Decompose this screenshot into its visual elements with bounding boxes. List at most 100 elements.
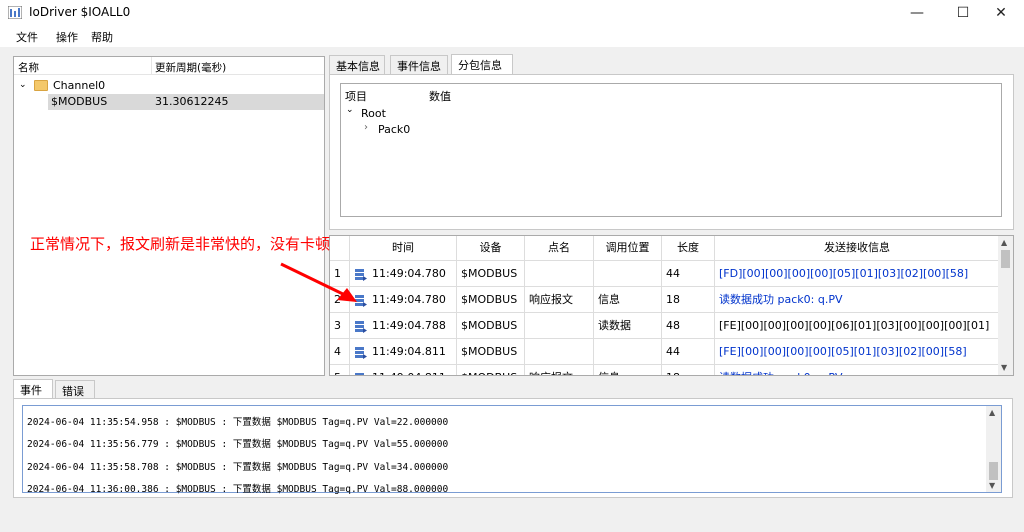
tab-events[interactable]: 事件 [13,379,53,400]
tab-panel: 项目 数值 ⌄ Root › Pack0 [329,74,1014,230]
property-tree[interactable]: 项目 数值 ⌄ Root › Pack0 [340,83,1002,217]
grid-scrollbar[interactable]: ▲ ▼ [998,236,1013,375]
chevron-right-icon[interactable]: › [364,122,368,133]
grid-cell-text: 11:49:04.780 [372,267,446,280]
grid-cell-text: 44 [666,267,680,280]
grid-cell-call [594,339,662,365]
tree-col-name[interactable]: 名称 [18,60,39,75]
tree-col-period[interactable]: 更新周期(毫秒) [155,60,226,75]
grid-cell-text: 48 [666,319,680,332]
grid-cell-time: 11:49:04.811 [350,339,457,365]
scroll-up-icon[interactable]: ▲ [989,408,995,417]
grid-cell-text: 读数据成功 pack0: q.PV [719,293,843,306]
tab-basic-info[interactable]: 基本信息 [329,55,385,75]
window-title: IoDriver $IOALL0 [29,5,131,19]
folder-icon [34,80,48,91]
grid-cell-device: $MODBUS [457,339,525,365]
grid-cell-call [594,261,662,287]
grid-cell-len: 44 [662,261,715,287]
tab-packet-info[interactable]: 分包信息 [451,54,513,75]
grid-cell-point [525,313,594,339]
grid-cell-text: 5 [334,371,341,375]
tree-item-value: 31.30612245 [155,95,229,108]
grid-cell-time: 11:49:04.780 [350,261,457,287]
grid-cell-len: 18 [662,287,715,313]
grid-cell-n: 4 [330,339,350,365]
grid-cell-text: 18 [666,371,680,375]
log-scrollbar[interactable]: ▲ ▼ [986,406,1001,492]
grid-cell-text: 18 [666,293,680,306]
grid-cell-text: 响应报文 [529,293,573,306]
grid-cell-point: 响应报文 [525,287,594,313]
menu-operate[interactable]: 操作 [56,29,78,45]
grid-cell-text: 4 [334,345,341,358]
chevron-down-icon[interactable]: ⌄ [19,80,27,90]
grid-row[interactable]: 5 11:49:04.811 $MODBUS 响应报文 信息 18 读数据成功 pack0:… [330,364,1000,375]
chevron-down-icon[interactable]: ⌄ [346,105,354,115]
grid-cell-info: [FE][00][00][00][00][05][01][03][02][00]… [715,339,1000,365]
scroll-thumb[interactable] [989,462,998,480]
minimize-button[interactable]: — [894,0,940,25]
grid-cell-text: 读数据 [598,319,631,332]
grid-cell-text: [FE][00][00][00][00][05][01][03][02][00]… [719,345,967,358]
scroll-down-icon[interactable]: ▼ [1001,363,1007,372]
grid-cell-point [525,339,594,365]
tab-event-info[interactable]: 事件信息 [390,55,448,75]
database-icon [355,346,367,359]
grid-cell-device: $MODBUS [457,313,525,339]
log-line: 2024-06-04 11:35:58.708 : $MODBUS : 下置数据… [27,462,449,473]
grid-cell-info: [FE][00][00][00][00][06][01][03][00][00]… [715,313,1000,339]
scroll-up-icon[interactable]: ▲ [1001,238,1007,247]
grid-row[interactable]: 4 11:49:04.811 $MODBUS 44 [FE][00][00][00][0… [330,338,1000,365]
app-icon [8,6,22,19]
log-line: 2024-06-04 11:35:56.779 : $MODBUS : 下置数据… [27,439,449,450]
grid-col-index [330,236,350,260]
grid-row[interactable]: 211:49:04.780$MODBUS响应报文信息18读数据成功 pack0:… [330,286,1000,313]
device-tree[interactable]: 名称 更新周期(毫秒) ⌄ Channel0 $MODBUS 31.306122… [13,56,325,376]
menu-help[interactable]: 帮助 [91,29,113,45]
grid-cell-time: 11:49:04.780 [350,287,457,313]
grid-cell-text: $MODBUS [461,345,518,358]
tree-item-label: $MODBUS [51,95,108,108]
grid-cell-len: 44 [662,339,715,365]
grid-cell-text: $MODBUS [461,293,518,306]
grid-cell-len: 18 [662,365,715,375]
prop-root[interactable]: Root [361,107,386,120]
grid-cell-text: 11:49:04.780 [372,293,446,306]
close-button[interactable]: ✕ [978,0,1024,25]
grid-cell-n: 3 [330,313,350,339]
prop-pack0[interactable]: Pack0 [378,123,410,136]
scroll-down-icon[interactable]: ▼ [989,481,995,490]
grid-cell-text: 11:49:04.811 [372,345,446,358]
event-log[interactable]: 2024-06-04 11:35:54.958 : $MODBUS : 下置数据… [22,405,1002,495]
grid-cell-text: 11:49:04.788 [372,319,446,332]
grid-row[interactable]: 1 11:49:04.780 $MODBUS 44 [FD][00][00][00][0… [330,260,1000,287]
grid-cell-text: [FD][00][00][00][00][05][01][03][02][00]… [719,267,969,280]
prop-col-value: 数值 [429,90,451,103]
scroll-thumb[interactable] [1001,250,1010,268]
grid-cell-call: 信息 [594,365,662,375]
grid-col-call[interactable]: 调用位置 [594,236,662,260]
grid-row[interactable]: 3 11:49:04.788 $MODBUS 读数据 48 [FE][00][00][00… [330,312,1000,339]
tab-errors[interactable]: 错误 [55,380,95,400]
grid-cell-n: 5 [330,365,350,375]
prop-col-item: 项目 [345,90,367,103]
log-line: 2024-06-04 11:35:54.958 : $MODBUS : 下置数据… [27,417,449,428]
grid-col-point[interactable]: 点名 [525,236,594,260]
grid-col-length[interactable]: 长度 [662,236,715,260]
grid-col-time[interactable]: 时间 [350,236,457,260]
message-grid[interactable]: 时间 设备 点名 调用位置 长度 发送接收信息 1 11:49:04.780 $MO… [329,235,1014,376]
grid-cell-device: $MODBUS [457,365,525,375]
grid-cell-text: 读数据成功 pack0: q.PV [719,371,842,375]
database-icon [355,320,367,333]
grid-cell-text: 信息 [598,371,620,375]
grid-cell-len: 48 [662,313,715,339]
grid-cell-text: 11:49:04.811 [372,371,446,375]
grid-col-device[interactable]: 设备 [457,236,525,260]
tree-item-modbus[interactable]: $MODBUS 31.30612245 [48,94,324,110]
grid-cell-time: 11:49:04.788 [350,313,457,339]
tree-item-channel0[interactable]: ⌄ Channel0 [14,78,324,94]
menu-bar: 文件 操作 帮助 [0,25,1024,47]
menu-file[interactable]: 文件 [16,29,38,45]
grid-col-info[interactable]: 发送接收信息 [715,236,1000,260]
